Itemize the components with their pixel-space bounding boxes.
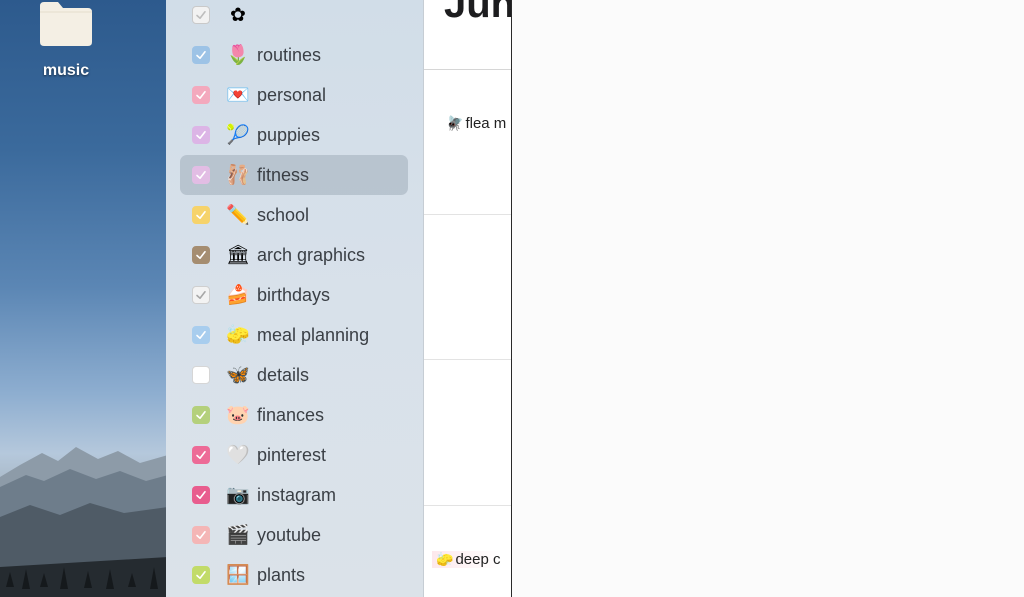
calendar-label: finances [257,404,325,425]
sponge-icon: 🧽 [436,551,454,567]
week-divider [424,505,511,506]
calendar-label: routines [257,44,322,65]
folder-icon [40,2,92,46]
calendar-checkbox[interactable] [192,86,210,104]
checkmark-icon [196,451,206,459]
calendar-label: details [257,364,310,385]
calendar-checkbox[interactable] [192,246,210,264]
calendar-checkbox[interactable] [192,286,210,304]
calendar-emoji-icon: 🍰 [226,284,250,306]
week-divider [424,214,511,215]
checkmark-icon [196,491,206,499]
calendar-label: arch graphics [257,244,366,265]
week-divider [424,359,511,360]
checkmark-icon [196,251,206,259]
calendar-emoji-icon: 📷 [226,484,250,506]
calendar-sidebar: ✿ 🌷 routines 💌 personal 🎾 puppies 🩰 fitness ✏️ sch… [166,0,424,597]
month-title: Jun [444,0,512,26]
calendar-label: youtube [257,524,322,545]
blank-region [512,0,1024,597]
calendar-label: plants [257,564,306,585]
calendar-event[interactable]: 🧽 deep c [432,551,501,568]
calendar-label: pinterest [257,444,327,465]
calendar-item-pinterest[interactable]: 🤍 pinterest [180,435,408,475]
calendar-checkbox[interactable] [192,46,210,64]
calendar-event[interactable]: 🪰 flea m [446,115,506,132]
calendar-item-untitled[interactable]: ✿ [180,0,408,35]
calendar-checkbox[interactable] [192,526,210,544]
calendar-checkbox[interactable] [192,6,210,24]
calendar-emoji-icon: 🌷 [226,44,250,66]
calendar-emoji-icon: 🩰 [226,164,250,186]
calendar-main: Jun 🪰 flea m 🧽 deep c [424,0,512,597]
checkmark-icon [196,91,206,99]
calendar-emoji-icon: 💌 [226,84,250,106]
calendar-checkbox[interactable] [192,406,210,424]
checkmark-icon [196,291,206,299]
calendar-item-puppies[interactable]: 🎾 puppies [180,115,408,155]
checkmark-icon [196,211,206,219]
calendar-emoji-icon: 🐷 [226,404,250,426]
calendar-checkbox[interactable] [192,326,210,344]
calendar-emoji-icon: 🎬 [226,524,250,546]
calendar-checkbox[interactable] [192,206,210,224]
calendar-header: Jun [424,0,512,70]
calendar-item-instagram[interactable]: 📷 instagram [180,475,408,515]
checkmark-icon [196,11,206,19]
calendar-emoji-icon: 🪟 [226,564,250,586]
calendar-item-birthdays[interactable]: 🍰 birthdays [180,275,408,315]
calendar-emoji-icon: 🦋 [226,364,250,386]
calendar-emoji-icon: 🎾 [226,124,250,146]
calendar-item-plants[interactable]: 🪟 plants [180,555,408,595]
calendar-checkbox[interactable] [192,566,210,584]
calendar-emoji-icon: 🏛 [226,244,251,266]
calendar-checkbox[interactable] [192,166,210,184]
checkmark-icon [196,51,206,59]
checkmark-icon [196,411,206,419]
calendar-item-routines[interactable]: 🌷 routines [180,35,408,75]
calendar-item-arch-graphics[interactable]: 🏛 arch graphics [180,235,408,275]
calendar-label: personal [257,84,327,105]
calendar-label: puppies [257,124,321,145]
calendar-item-fitness[interactable]: 🩰 fitness [180,155,408,195]
checkmark-icon [196,571,206,579]
desktop-folder-label: music [42,62,90,79]
calendar-emoji-icon: 🧽 [226,324,250,346]
calendar-item-school[interactable]: ✏️ school [180,195,408,235]
calendar-checkbox[interactable] [192,366,210,384]
calendar-label: meal planning [257,324,370,345]
calendar-emoji-icon: ✿ [230,4,246,26]
calendar-label: instagram [257,484,337,505]
checkmark-icon [196,331,206,339]
event-title: deep c [455,551,501,568]
calendar-item-youtube[interactable]: 🎬 youtube [180,515,408,555]
calendar-checkbox[interactable] [192,126,210,144]
calendar-item-details[interactable]: 🦋 details [180,355,408,395]
calendar-label: birthdays [257,284,331,305]
calendar-item-finances[interactable]: 🐷 finances [180,395,408,435]
calendar-emoji-icon: ✏️ [226,204,250,226]
desktop-folder-music[interactable]: music [24,0,108,80]
desktop-wallpaper: music [0,0,168,597]
calendar-checkbox[interactable] [192,486,210,504]
calendar-emoji-icon: 🤍 [226,444,250,466]
checkmark-icon [196,531,206,539]
checkmark-icon [196,131,206,139]
calendar-item-meal-planning[interactable]: 🧽 meal planning [180,315,408,355]
checkmark-icon [196,171,206,179]
fly-icon: 🪰 [446,115,464,131]
mountain-landscape [0,447,168,597]
calendar-label: fitness [257,164,310,185]
calendar-checkbox[interactable] [192,446,210,464]
event-title: flea m [465,115,507,132]
calendar-item-personal[interactable]: 💌 personal [180,75,408,115]
calendar-label: school [257,204,310,225]
